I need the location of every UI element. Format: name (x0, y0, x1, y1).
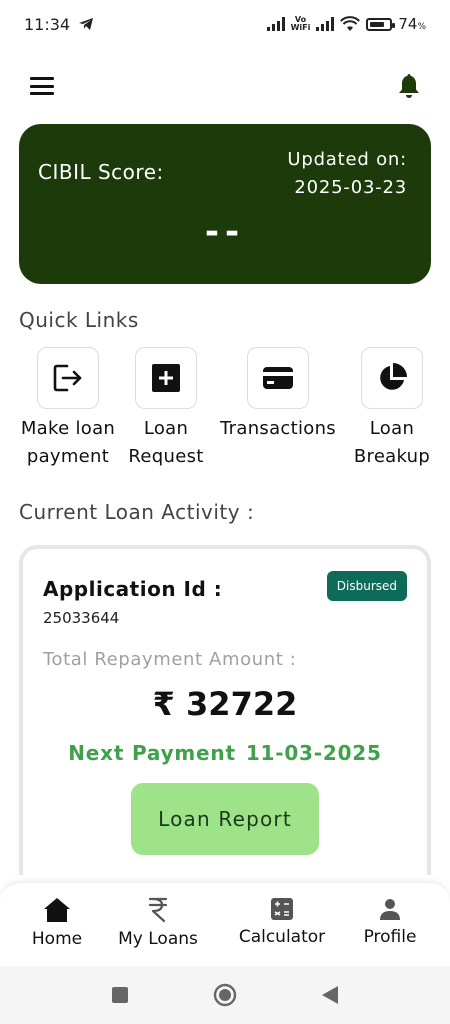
calculator-icon (271, 898, 293, 920)
quick-link-label: Loan Request (128, 418, 204, 467)
cibil-score-value: -- (204, 212, 246, 252)
rupee-icon (148, 897, 168, 923)
status-badge: Disbursed (326, 571, 407, 601)
repayment-amount: ₹ 32722 (152, 685, 298, 723)
cibil-updated: Updated on: 2025-03-23 (287, 146, 407, 202)
credit-card-icon (263, 367, 293, 389)
telegram-icon (79, 18, 94, 30)
home-icon (44, 898, 70, 922)
nav-item-home[interactable]: Home (24, 897, 90, 949)
status-bar: 11:34 Vo WiFi 74% (0, 0, 450, 48)
quick-link-label: Transactions (220, 418, 336, 439)
top-bar (30, 68, 420, 104)
quick-link-transactions[interactable]: Transactions (214, 347, 342, 443)
battery-percent-unit: % (417, 22, 426, 32)
status-left: 11:34 (24, 15, 94, 34)
next-payment-date: 11-03-2025 (245, 741, 382, 765)
pie-chart-icon (380, 363, 407, 390)
nav-label: Home (31, 929, 83, 949)
nav-item-my-loans[interactable]: My Loans (110, 897, 206, 949)
back-icon[interactable] (321, 985, 339, 1005)
battery-percent-value: 74 (398, 15, 418, 33)
loan-activity-card: Application Id : 25033644 Disbursed Tota… (19, 545, 431, 875)
vowifi-icon: Vo WiFi (291, 16, 311, 32)
application-id-value: 25033644 (43, 609, 120, 627)
battery-fill (370, 21, 384, 27)
nav-label: My Loans (118, 929, 198, 949)
application-id-label: Application Id : (43, 577, 223, 601)
vowifi-bottom: WiFi (290, 23, 311, 32)
bottom-navigation: Home My Loans Calculator Profile (0, 882, 450, 966)
wifi-icon (340, 16, 361, 31)
next-payment-label: Next Payment (68, 741, 236, 765)
quick-link-icon-box (247, 347, 309, 409)
home-button-icon[interactable] (213, 983, 237, 1007)
system-navigation-bar (0, 966, 450, 1024)
next-payment: Next Payment 11-03-2025 (23, 741, 427, 765)
quick-link-loan-breakup[interactable]: Loan Breakup (347, 347, 437, 471)
quick-link-icon-box (37, 347, 99, 409)
quick-link-icon-box (361, 347, 423, 409)
status-time: 11:34 (24, 14, 71, 34)
cibil-score-card: CIBIL Score: Updated on: 2025-03-23 -- (19, 124, 431, 284)
bell-icon[interactable] (398, 73, 420, 99)
nav-label: Profile (363, 927, 417, 947)
loan-activity-title: Current Loan Activity : (19, 500, 255, 524)
quick-link-make-loan-payment[interactable]: Make loan payment (19, 347, 117, 471)
cibil-score-label: CIBIL Score: (38, 160, 164, 184)
nav-item-profile[interactable]: Profile (354, 897, 426, 947)
quick-links-title: Quick Links (19, 308, 139, 332)
cibil-updated-label: Updated on: (287, 149, 407, 170)
cibil-updated-date: 2025-03-23 (294, 177, 407, 198)
logout-arrow-icon (53, 364, 82, 392)
battery-percent: 74% (398, 15, 426, 33)
cellular-signal-2-icon (316, 17, 335, 31)
nav-label: Calculator (238, 927, 326, 947)
repayment-label: Total Repayment Amount : (43, 649, 297, 670)
quick-link-label: Make loan payment (20, 418, 116, 467)
quick-link-icon-box (135, 347, 197, 409)
quick-link-label: Loan Breakup (353, 418, 431, 467)
nav-item-calculator[interactable]: Calculator (228, 897, 336, 947)
loan-report-button[interactable]: Loan Report (131, 783, 319, 855)
quick-link-loan-request[interactable]: Loan Request (124, 347, 208, 471)
cellular-signal-icon (266, 17, 285, 31)
battery-icon (366, 17, 396, 31)
hamburger-icon[interactable] (30, 77, 54, 95)
status-right: Vo WiFi 74% (266, 15, 426, 33)
plus-square-icon (152, 364, 180, 392)
recents-icon[interactable] (111, 986, 129, 1004)
person-icon (380, 899, 400, 920)
